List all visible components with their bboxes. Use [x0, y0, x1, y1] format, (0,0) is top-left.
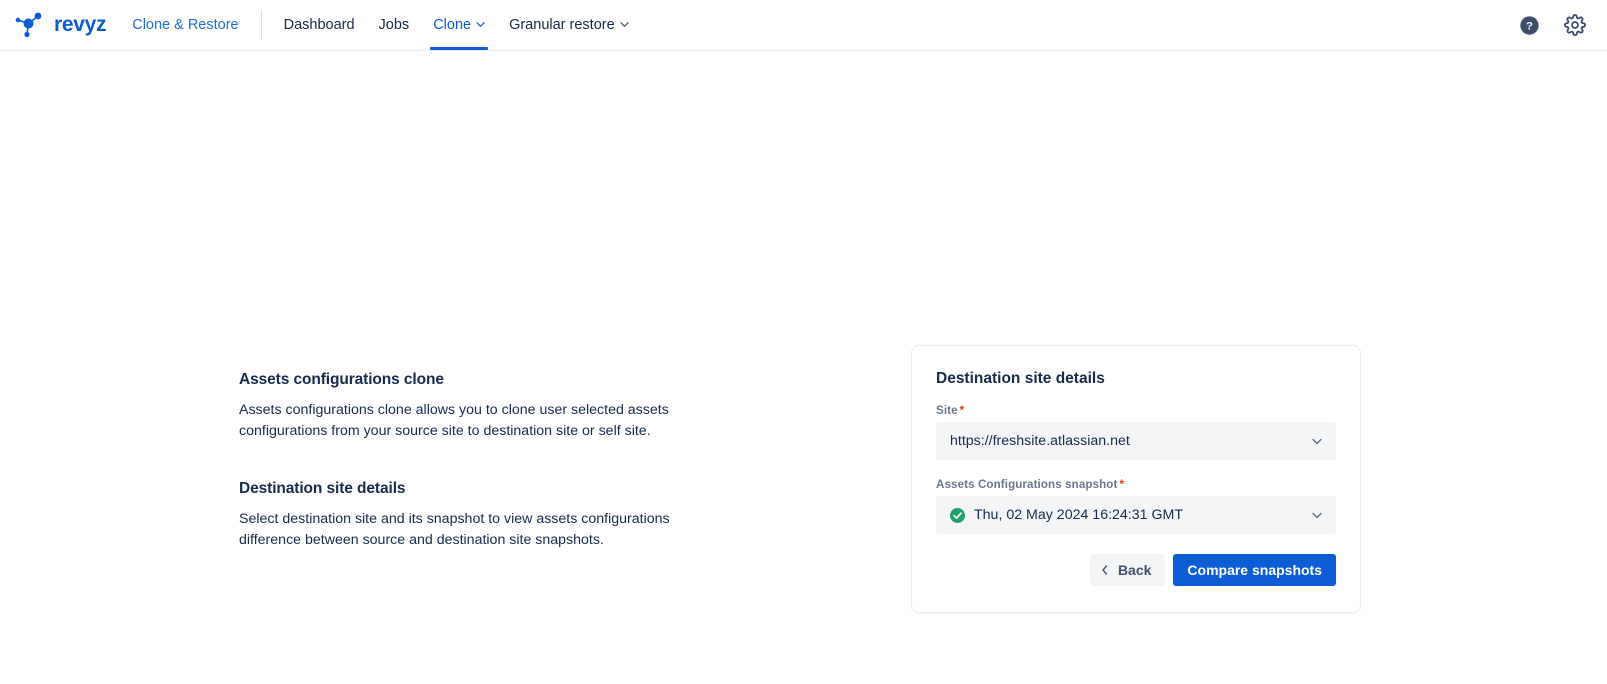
page-description: Assets configurations clone allows you t… — [239, 402, 669, 439]
brand-logo-link[interactable]: revyz — [0, 0, 116, 50]
nav-item-dashboard[interactable]: Dashboard — [272, 0, 367, 50]
chevron-left-icon — [1100, 564, 1110, 576]
snapshot-field-label-text: Assets Configurations snapshot — [936, 478, 1118, 491]
snapshot-field-label: Assets Configurations snapshot * — [936, 478, 1336, 491]
svg-text:?: ? — [1526, 20, 1533, 32]
success-check-icon — [950, 507, 965, 523]
chevron-down-icon — [619, 20, 629, 29]
snapshot-select-value: Thu, 02 May 2024 16:24:31 GMT — [974, 507, 1183, 523]
back-button-label: Back — [1117, 562, 1152, 578]
molecule-logo-icon — [14, 10, 48, 40]
nav-item-dashboard-label: Dashboard — [283, 17, 355, 33]
brand-name: revyz — [54, 12, 107, 36]
nav-item-jobs-label: Jobs — [378, 17, 410, 33]
site-select[interactable]: https://freshsite.atlassian.net — [936, 422, 1336, 460]
header-actions: ? — [1517, 0, 1607, 50]
nav-item-granular-restore[interactable]: Granular restore — [497, 0, 641, 50]
required-marker: * — [1119, 478, 1125, 491]
site-select-value: https://freshsite.atlassian.net — [950, 433, 1130, 449]
nav-item-granular-restore-label: Granular restore — [509, 17, 615, 33]
compare-snapshots-button[interactable]: Compare snapshots — [1173, 554, 1336, 586]
card-title: Destination site details — [936, 370, 1105, 387]
nav-item-jobs[interactable]: Jobs — [367, 0, 422, 50]
chevron-down-icon — [1310, 508, 1324, 522]
help-icon[interactable]: ? — [1517, 13, 1541, 37]
page-content: Assets configurations clone Assets confi… — [0, 51, 1607, 684]
compare-snapshots-button-label: Compare snapshots — [1187, 562, 1322, 578]
nav-clone-and-restore[interactable]: Clone & Restore — [116, 0, 254, 50]
top-navigation-bar: revyz Clone & Restore Dashboard Jobs Clo… — [0, 0, 1607, 51]
chevron-down-icon — [476, 20, 485, 29]
chevron-down-icon — [1310, 434, 1324, 448]
destination-site-details-card: Destination site details Site * https://f… — [911, 345, 1361, 613]
page-title: Assets configurations clone — [239, 371, 444, 388]
gear-icon[interactable] — [1563, 13, 1587, 37]
site-field-label-text: Site — [936, 404, 958, 417]
info-column: Assets configurations clone Assets confi… — [239, 371, 689, 550]
section-description-destination: Select destination site and its snapshot… — [239, 511, 670, 548]
snapshot-select[interactable]: Thu, 02 May 2024 16:24:31 GMT — [936, 496, 1336, 534]
site-field-label: Site * — [936, 404, 1336, 417]
card-actions: Back Compare snapshots — [936, 554, 1336, 586]
required-marker: * — [959, 404, 965, 417]
section-title-destination: Destination site details — [239, 480, 406, 497]
nav-clone-and-restore-label: Clone & Restore — [132, 17, 239, 33]
back-button[interactable]: Back — [1089, 554, 1166, 586]
nav-item-clone-label: Clone — [433, 17, 472, 33]
nav-item-clone[interactable]: Clone — [421, 0, 497, 50]
nav-divider — [260, 10, 262, 40]
main-nav: Dashboard Jobs Clone Granular restore — [272, 0, 641, 50]
